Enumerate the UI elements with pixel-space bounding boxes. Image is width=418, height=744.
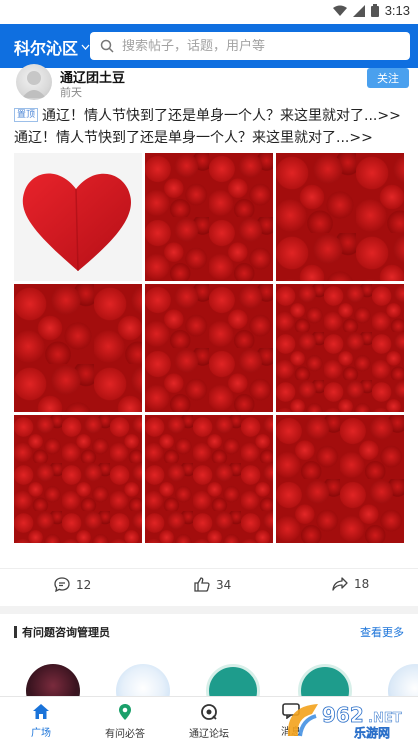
tab-label: 广场: [31, 728, 51, 739]
watermark-logo-icon: 962 .NET 乐游网: [287, 703, 402, 740]
location-pin-icon: [119, 704, 131, 720]
wifi-icon: [332, 5, 347, 16]
post-time: 前天: [60, 86, 82, 99]
admin-section-title: 有问题咨询管理员: [22, 626, 110, 639]
post-title[interactable]: 置顶 通辽！情人节快到了还是单身一个人？来这里就对了...>>: [14, 105, 414, 125]
share-button[interactable]: 18: [332, 577, 369, 591]
post-actions: 12 34 18: [0, 568, 418, 602]
tab-qa[interactable]: 有问必答: [90, 703, 160, 740]
chevron-down-icon: [81, 44, 90, 50]
tab-forum[interactable]: 通辽论坛: [174, 703, 244, 740]
post-image-roses[interactable]: [145, 284, 273, 412]
like-button[interactable]: 34: [194, 577, 231, 592]
post-image-heart[interactable]: [14, 153, 142, 281]
home-icon: [33, 704, 49, 719]
post-image-roses[interactable]: [276, 415, 404, 543]
post-image-roses[interactable]: [14, 284, 142, 412]
search-icon: [100, 39, 114, 53]
watermark-logo: 962 .NET 乐游网: [284, 700, 414, 740]
comment-count: 12: [76, 577, 92, 592]
post-image-roses[interactable]: [276, 284, 404, 412]
status-time: 3:13: [384, 3, 410, 18]
search-box[interactable]: [90, 32, 410, 60]
heart-icon: [22, 173, 131, 272]
svg-text:乐游网: 乐游网: [354, 725, 390, 740]
like-count: 34: [216, 577, 232, 592]
signal-icon: [352, 4, 365, 17]
share-icon: [332, 577, 348, 591]
post-image-roses[interactable]: [145, 153, 273, 281]
post-title-text: 通辽！情人节快到了还是单身一个人？来这里就对了...>>: [42, 108, 401, 124]
search-input[interactable]: [122, 38, 392, 54]
svg-text:962: 962: [322, 703, 364, 727]
top-bar: 科尔沁区: [0, 24, 418, 68]
post-image-roses[interactable]: [145, 415, 273, 543]
author-avatar[interactable]: [16, 64, 52, 100]
forum-icon: [201, 704, 217, 720]
section-marker: [14, 626, 17, 638]
pin-badge: 置顶: [14, 108, 39, 122]
section-divider: [0, 606, 418, 614]
comment-button[interactable]: 12: [54, 577, 91, 592]
post-image-roses[interactable]: [14, 415, 142, 543]
tab-plaza[interactable]: 广场: [6, 703, 76, 739]
view-more-link[interactable]: 查看更多: [360, 624, 404, 640]
admin-section-header: 有问题咨询管理员 查看更多: [0, 614, 418, 650]
battery-icon: [370, 4, 379, 17]
city-label: 科尔沁区: [14, 39, 79, 58]
post-header: 通辽团土豆 前天 关注: [0, 64, 418, 104]
follow-button[interactable]: 关注: [367, 68, 409, 88]
city-selector[interactable]: 科尔沁区: [14, 35, 90, 59]
status-bar: 3:13: [0, 0, 418, 24]
post-image-roses[interactable]: [276, 153, 404, 281]
post-image-grid: [14, 153, 406, 545]
tab-label: 有问必答: [105, 729, 145, 740]
share-count: 18: [354, 577, 370, 591]
comment-icon: [54, 577, 70, 592]
thumbs-up-icon: [194, 577, 210, 592]
post-body[interactable]: 通辽！情人节快到了还是单身一个人？来这里就对了...>>: [14, 127, 414, 147]
avatar-figure-icon: [22, 71, 46, 98]
svg-text:.NET: .NET: [368, 711, 402, 726]
tab-label: 通辽论坛: [189, 729, 229, 740]
